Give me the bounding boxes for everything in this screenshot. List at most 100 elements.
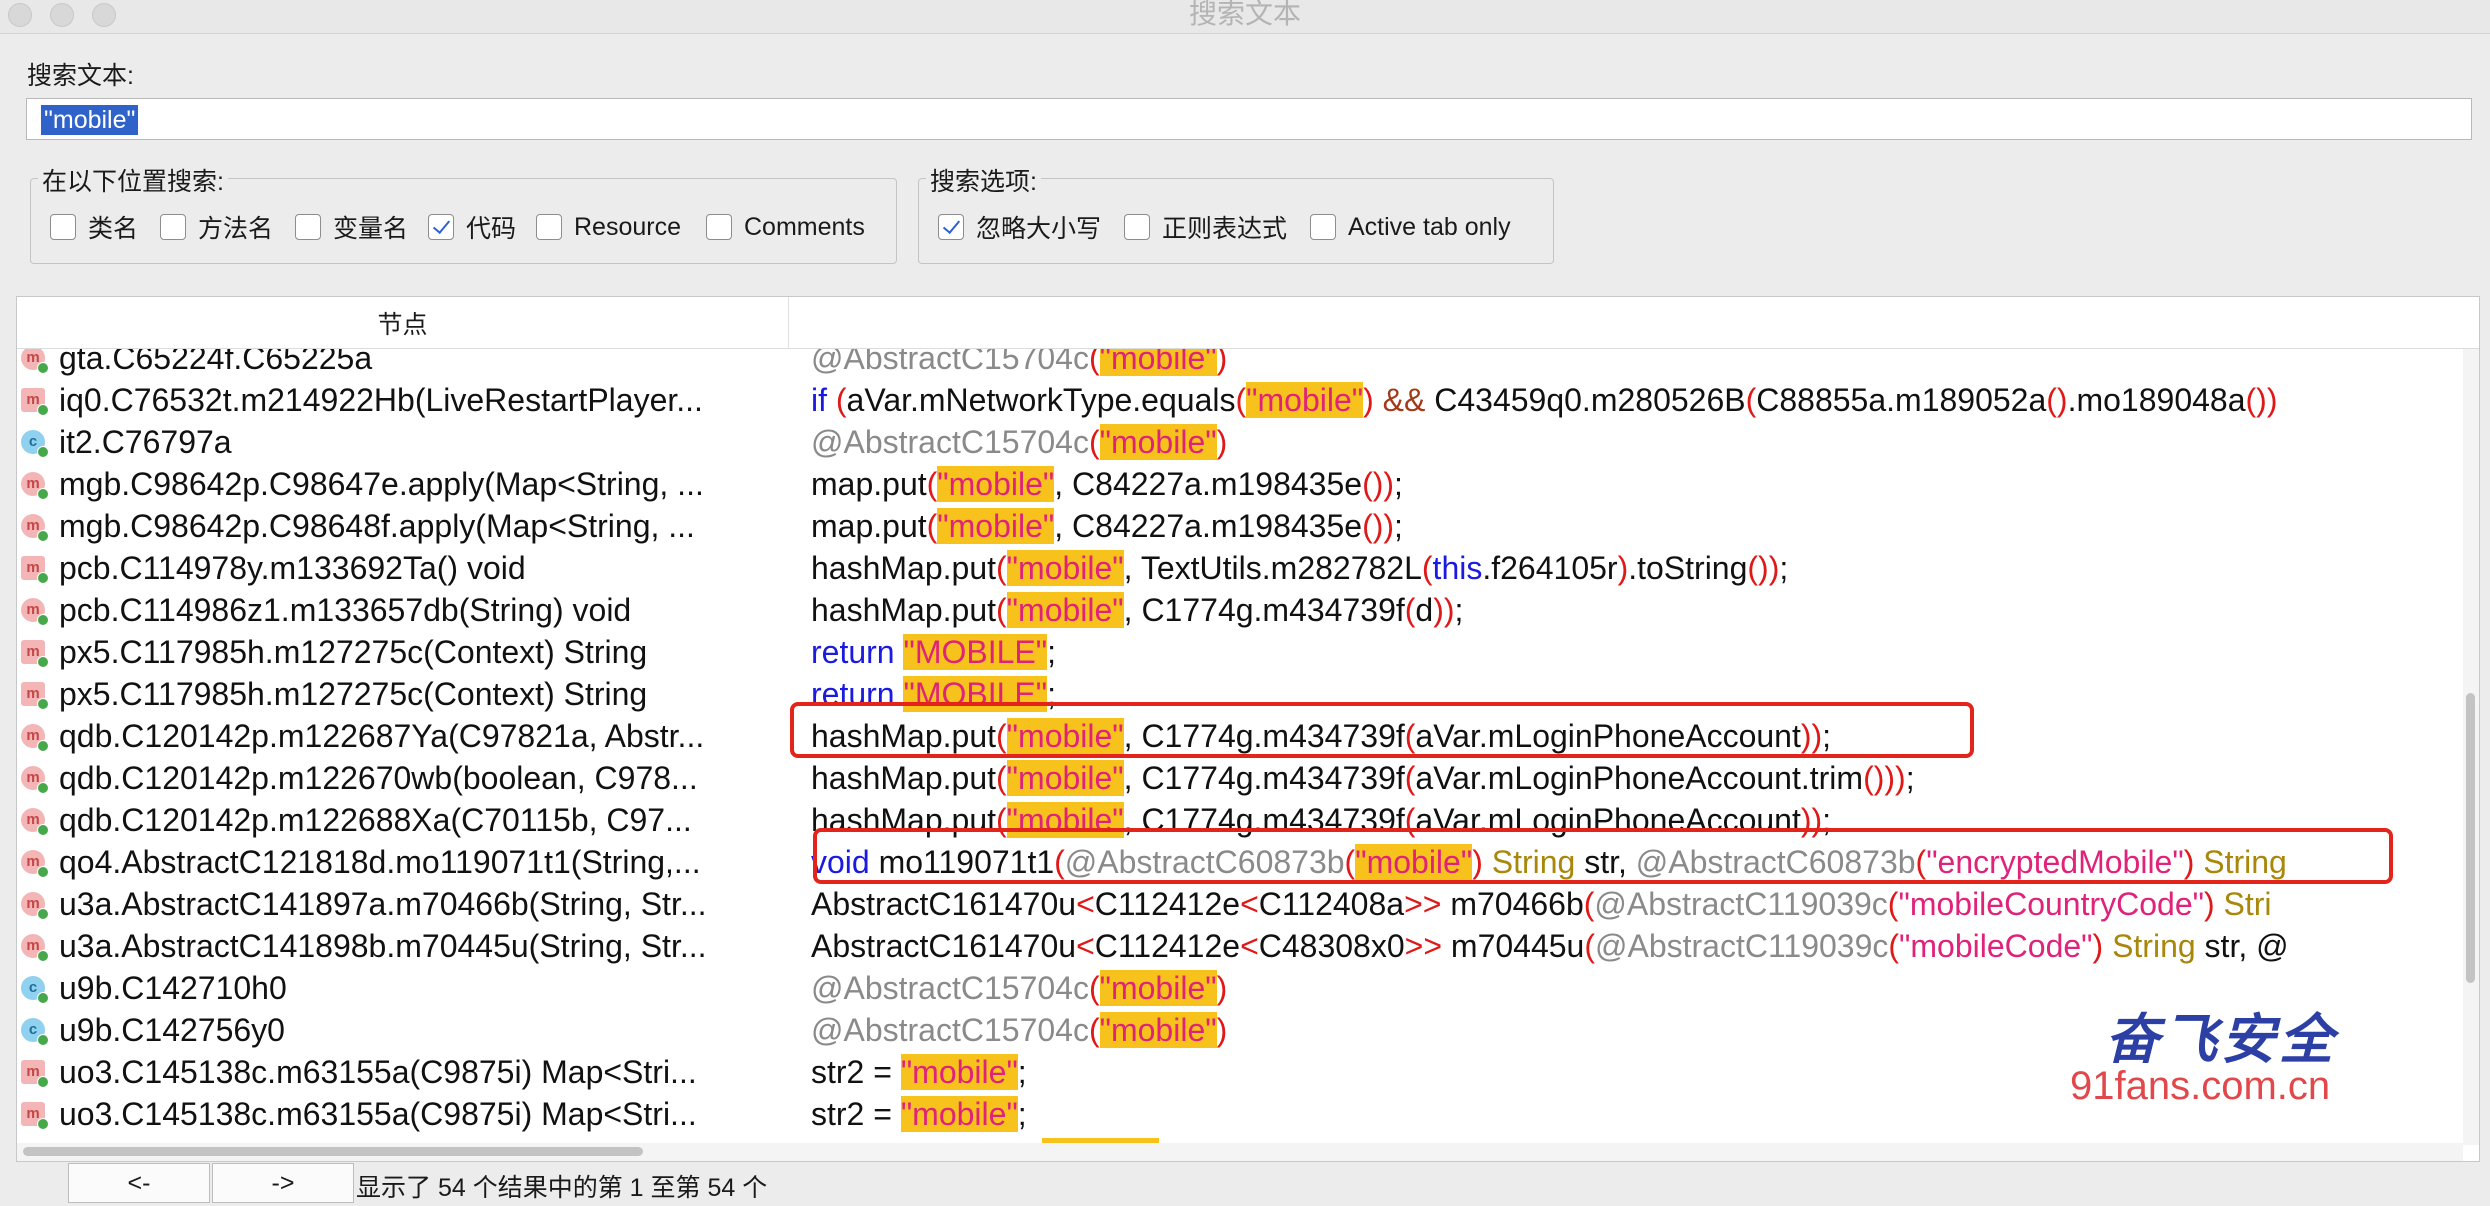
result-code-cell: @AbstractC15704c("mobile") [811, 349, 1227, 379]
checkbox-box[interactable] [536, 214, 562, 240]
result-row[interactable]: m px5.C117985h.m127275c(Context) String re… [17, 631, 2463, 673]
code-token: ) [1216, 970, 1228, 1006]
result-row[interactable]: c u9b.C142756y0 @AbstractC15704c("mobile") [17, 1009, 2463, 1051]
code-token: ( [1404, 592, 1416, 628]
code-token: ( [835, 382, 847, 418]
result-row[interactable]: m pcb.C114978y.m133692Ta() void hashMap.pu… [17, 547, 2463, 589]
checkbox-box[interactable] [295, 214, 321, 240]
code-token: @AbstractC119039c [1595, 928, 1889, 964]
checkbox-box-checked[interactable] [428, 214, 454, 240]
code-token: ( [1583, 886, 1595, 922]
checkbox-variable-name[interactable]: 变量名 [295, 212, 408, 243]
public-access-icon [37, 656, 49, 668]
checkbox-active-tab-only[interactable]: Active tab only [1310, 212, 1511, 242]
code-token: aVar.mLoginPhoneAccount.trim [1415, 760, 1864, 796]
results-status: 显示了 54 个结果中的第 1 至第 54 个 [356, 1174, 768, 1202]
code-token: C48308x0 [1258, 928, 1405, 964]
code-token: ( [926, 466, 938, 502]
result-row[interactable]: m mgb.C98642p.C98647e.apply(Map<String, .… [17, 463, 2463, 505]
result-node-text: u9b.C142756y0 [59, 1012, 285, 1048]
checkbox-method-name[interactable]: 方法名 [160, 212, 273, 243]
public-access-icon [37, 866, 49, 878]
result-row[interactable]: m iq0.C76532t.m214922Hb(LiveRestartPlayer… [17, 379, 2463, 421]
checkbox-box[interactable] [706, 214, 732, 240]
result-code-cell: @AbstractC15704c("mobile") [811, 967, 1227, 1009]
result-node-cell: c u9b.C142756y0 [17, 1009, 789, 1051]
code-token: ; [1394, 466, 1403, 502]
code-token: str2 = [811, 1054, 901, 1090]
result-code-cell: return "MOBILE"; [811, 631, 1056, 673]
result-row[interactable]: m u3a.AbstractC141898b.m70445u(String, St… [17, 925, 2463, 967]
code-token: C88855a.m189052a [1756, 382, 2047, 418]
result-node-text: uo3.C145138c.m63155a(C9875i) Map<Stri... [59, 1054, 697, 1090]
result-row[interactable]: m pcb.C114986z1.m133657db(String) void has… [17, 589, 2463, 631]
scrollbar-thumb[interactable] [2466, 693, 2475, 983]
vertical-scrollbar[interactable] [2463, 349, 2479, 1145]
method-icon: m [21, 598, 49, 626]
result-row[interactable]: m gta.C65224f.C65225a @AbstractC15704c("mo… [17, 349, 2463, 379]
checkbox-box[interactable] [50, 214, 76, 240]
public-access-icon [37, 824, 49, 836]
method-icon: m [21, 724, 49, 752]
scrollbar-thumb[interactable] [23, 1147, 643, 1156]
method-icon: m [21, 556, 49, 584]
checkbox-box[interactable] [160, 214, 186, 240]
result-row[interactable]: m mgb.C98642p.C98648f.apply(Map<String, .… [17, 505, 2463, 547]
code-token: "mobile" [1099, 349, 1217, 376]
public-access-icon [37, 614, 49, 626]
checkbox-comments[interactable]: Comments [706, 212, 865, 242]
checkbox-ignore-case[interactable]: 忽略大小写 [938, 212, 1101, 243]
checkbox-regex[interactable]: 正则表达式 [1124, 212, 1287, 243]
result-node-text: uo3.C145138c.m63155a(C9875i) Map<Stri... [59, 1096, 697, 1132]
code-token: map.put [811, 466, 927, 502]
code-token: aVar.mNetworkType.equals [846, 382, 1236, 418]
result-node-text: px5.C117985h.m127275c(Context) String [59, 676, 648, 712]
checkbox-resource[interactable]: Resource [536, 212, 681, 242]
column-header-node[interactable]: 节点 [17, 297, 789, 349]
code-token: @AbstractC15704c [811, 970, 1089, 1006]
code-token: ( [1088, 424, 1100, 460]
code-token: C112412e [1094, 928, 1241, 964]
code-token: ; [1779, 550, 1789, 586]
checkbox-class-name[interactable]: 类名 [50, 212, 138, 243]
result-row[interactable]: m u3a.AbstractC141897a.m70466b(String, St… [17, 883, 2463, 925]
checkbox-label: Resource [574, 212, 681, 241]
code-token: ( [926, 508, 938, 544]
search-input[interactable]: "mobile" [26, 98, 2472, 140]
result-node-text: u3a.AbstractC141897a.m70466b(String, Str… [59, 886, 707, 922]
result-node-cell: m px5.C117985h.m127275c(Context) String [17, 631, 789, 673]
checkbox-box[interactable] [1310, 214, 1336, 240]
checkbox-box[interactable] [1124, 214, 1150, 240]
horizontal-scrollbar[interactable] [17, 1143, 2463, 1161]
watermark-url: 91fans.com.cn [2070, 1064, 2331, 1108]
result-row[interactable]: c u9b.C142710h0 @AbstractC15704c("mobile") [17, 967, 2463, 1009]
checkbox-code[interactable]: 代码 [428, 212, 516, 243]
code-token: < [1076, 928, 1095, 964]
code-token: ) [1216, 349, 1228, 376]
checkbox-box-checked[interactable] [938, 214, 964, 240]
code-token: m70466b [1441, 886, 1584, 922]
search-input-value: "mobile" [41, 105, 139, 135]
code-token: ) [1216, 424, 1228, 460]
code-token: ( [1404, 760, 1416, 796]
code-token: ) [1363, 382, 1374, 418]
window-title: 搜索文本 [1188, 0, 1301, 29]
code-token: "mobile" [1006, 592, 1124, 628]
result-code-cell: if (aVar.mNetworkType.equals("mobile") &… [811, 379, 2277, 421]
result-row[interactable]: m qdb.C120142p.m122670wb(boolean, C978...… [17, 757, 2463, 799]
public-access-icon [37, 572, 49, 584]
public-access-icon [37, 404, 49, 416]
result-row[interactable]: c it2.C76797a @AbstractC15704c("mobile") [17, 421, 2463, 463]
code-token: ) [1216, 1012, 1228, 1048]
result-node-cell: m mgb.C98642p.C98648f.apply(Map<String, .… [17, 505, 789, 547]
previous-page-button[interactable]: <- [68, 1163, 210, 1203]
code-token: ( [1887, 886, 1899, 922]
search-scope-legend: 在以下位置搜索: [38, 162, 228, 198]
next-page-button[interactable]: -> [212, 1163, 354, 1203]
code-token: , TextUtils.m282782L [1123, 550, 1422, 586]
result-node-cell: m iq0.C76532t.m214922Hb(LiveRestartPlayer… [17, 379, 789, 421]
code-token: ; [1905, 760, 1915, 796]
code-token: , C84227a.m198435e [1054, 466, 1363, 502]
public-access-icon [37, 740, 49, 752]
result-node-text: gta.C65224f.C65225a [59, 349, 373, 376]
